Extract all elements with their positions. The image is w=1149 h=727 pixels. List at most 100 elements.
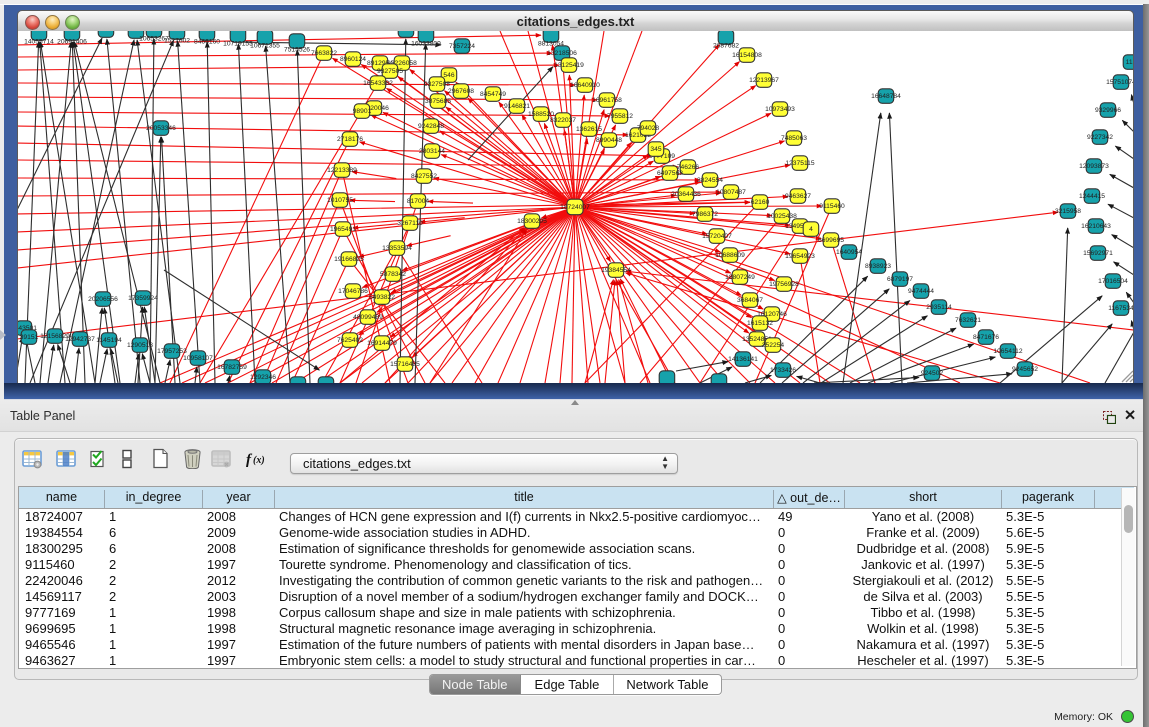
svg-text:2935114: 2935114: [926, 304, 952, 311]
svg-text:39151: 39151: [20, 334, 39, 341]
svg-text:10688609: 10688609: [715, 252, 745, 259]
svg-text:12942737: 12942737: [65, 336, 95, 343]
svg-text:9327505: 9327505: [377, 68, 403, 75]
svg-text:7485063: 7485063: [781, 135, 807, 142]
svg-text:3267110: 3267110: [397, 220, 423, 227]
svg-text:1244415: 1244415: [1079, 193, 1105, 200]
svg-text:10671355: 10671355: [250, 43, 280, 50]
svg-text:345: 345: [650, 146, 661, 153]
svg-text:3215958: 3215958: [1055, 208, 1081, 215]
svg-text:2803144: 2803144: [419, 148, 445, 155]
svg-text:1362615: 1362615: [576, 126, 602, 133]
svg-text:9146821: 9146821: [504, 103, 530, 110]
svg-text:8454749: 8454749: [480, 91, 506, 98]
svg-text:20364436: 20364436: [671, 191, 701, 198]
svg-text:817004: 817004: [407, 198, 430, 205]
svg-text:252254: 252254: [762, 342, 785, 349]
svg-text:16543382: 16543382: [363, 80, 393, 87]
svg-text:1733426: 1733426: [770, 367, 796, 374]
svg-text:7986372: 7986372: [692, 211, 718, 218]
svg-text:16033809: 16033809: [411, 41, 441, 48]
svg-text:6879197: 6879197: [887, 276, 913, 283]
svg-text:17016504: 17016504: [1098, 278, 1128, 285]
svg-text:15720407: 15720407: [702, 233, 732, 240]
svg-text:8466160: 8466160: [194, 39, 220, 46]
svg-text:4: 4: [809, 226, 813, 233]
svg-text:12213967: 12213967: [749, 77, 779, 84]
svg-text:8427552: 8427552: [411, 173, 437, 180]
svg-text:546: 546: [443, 72, 454, 79]
svg-text:10719155: 10719155: [223, 41, 253, 48]
svg-text:1167534: 1167534: [1108, 305, 1134, 312]
svg-text:15692971: 15692971: [1083, 250, 1113, 257]
svg-text:20206556: 20206556: [88, 296, 118, 303]
svg-text:13218506: 13218506: [547, 50, 577, 57]
svg-text:7515526: 7515526: [284, 47, 310, 54]
svg-text:8938923: 8938923: [865, 263, 891, 270]
svg-text:5493822: 5493822: [369, 294, 395, 301]
svg-text:15716485: 15716485: [390, 361, 420, 368]
svg-text:9327508: 9327508: [424, 81, 450, 88]
svg-text:16961758: 16961758: [592, 97, 622, 104]
svg-text:19654923: 19654923: [785, 253, 815, 260]
svg-text:3824554: 3824554: [697, 177, 723, 184]
svg-text:20691406: 20691406: [57, 39, 87, 46]
svg-text:9245652: 9245652: [1012, 366, 1038, 373]
svg-text:10973493: 10973493: [765, 106, 795, 113]
svg-text:5878342: 5878342: [380, 271, 406, 278]
svg-text:8322037: 8322037: [550, 117, 576, 124]
svg-text:2718176: 2718176: [337, 136, 363, 143]
svg-text:9329966: 9329966: [1095, 107, 1121, 114]
svg-text:10025438: 10025438: [767, 213, 797, 220]
svg-text:8960124: 8960124: [340, 56, 366, 63]
svg-text:9227342: 9227342: [1087, 134, 1113, 141]
svg-text:13125419: 13125419: [554, 62, 584, 69]
svg-text:1292346: 1292346: [250, 374, 276, 381]
svg-text:16782759: 16782759: [217, 364, 247, 371]
svg-text:f: f: [246, 452, 253, 468]
svg-text:7663822: 7663822: [311, 50, 337, 57]
svg-text:10807487: 10807487: [716, 189, 746, 196]
svg-text:98901: 98901: [353, 108, 372, 115]
svg-text:9242848: 9242848: [418, 123, 444, 130]
svg-text:1640954: 1640954: [836, 249, 862, 256]
svg-text:7357224: 7357224: [449, 43, 475, 50]
svg-text:16210643: 16210643: [1081, 223, 1111, 230]
svg-text:(x): (x): [253, 455, 265, 466]
svg-text:19384554: 19384554: [601, 267, 631, 274]
svg-text:48099489: 48099489: [353, 314, 383, 321]
svg-text:20053346: 20053346: [146, 125, 176, 132]
svg-text:7625402: 7625402: [337, 337, 363, 344]
svg-text:6699695: 6699695: [818, 237, 844, 244]
svg-text:16154808: 16154808: [732, 52, 762, 59]
svg-text:9474444: 9474444: [908, 288, 934, 295]
svg-text:794028: 794028: [637, 125, 660, 132]
svg-text:1527602: 1527602: [164, 38, 190, 45]
svg-text:6497568: 6497568: [657, 170, 683, 177]
svg-text:8990448: 8990448: [596, 137, 622, 144]
svg-text:3875685: 3875685: [425, 98, 451, 105]
svg-text:924502: 924502: [921, 370, 944, 377]
svg-text:112: 112: [1126, 59, 1134, 66]
svg-text:17957253: 17957253: [157, 348, 187, 355]
svg-text:17359924: 17359924: [128, 295, 158, 302]
svg-text:19166825: 19166825: [334, 256, 364, 263]
svg-text:14136141: 14136141: [728, 356, 758, 363]
svg-text:2687682: 2687682: [713, 43, 739, 50]
svg-text:12093873: 12093873: [1079, 163, 1109, 170]
svg-text:1290513: 1290513: [127, 342, 153, 349]
svg-text:7955812: 7955812: [607, 113, 633, 120]
svg-text:12213389: 12213389: [327, 167, 357, 174]
svg-text:8471676: 8471676: [973, 334, 999, 341]
svg-text:1010755: 1010755: [327, 197, 353, 204]
svg-text:1965491: 1965491: [330, 226, 356, 233]
svg-text:7632621: 7632621: [955, 317, 981, 324]
svg-text:18300295: 18300295: [517, 218, 547, 225]
svg-text:3684067: 3684067: [737, 297, 763, 304]
svg-text:1615132: 1615132: [747, 320, 773, 327]
svg-text:13353594: 13353594: [382, 245, 412, 252]
svg-text:14055714: 14055714: [24, 39, 54, 46]
svg-text:9115460: 9115460: [819, 203, 845, 210]
svg-text:62160: 62160: [751, 199, 770, 206]
svg-text:2967608: 2967608: [448, 88, 474, 95]
